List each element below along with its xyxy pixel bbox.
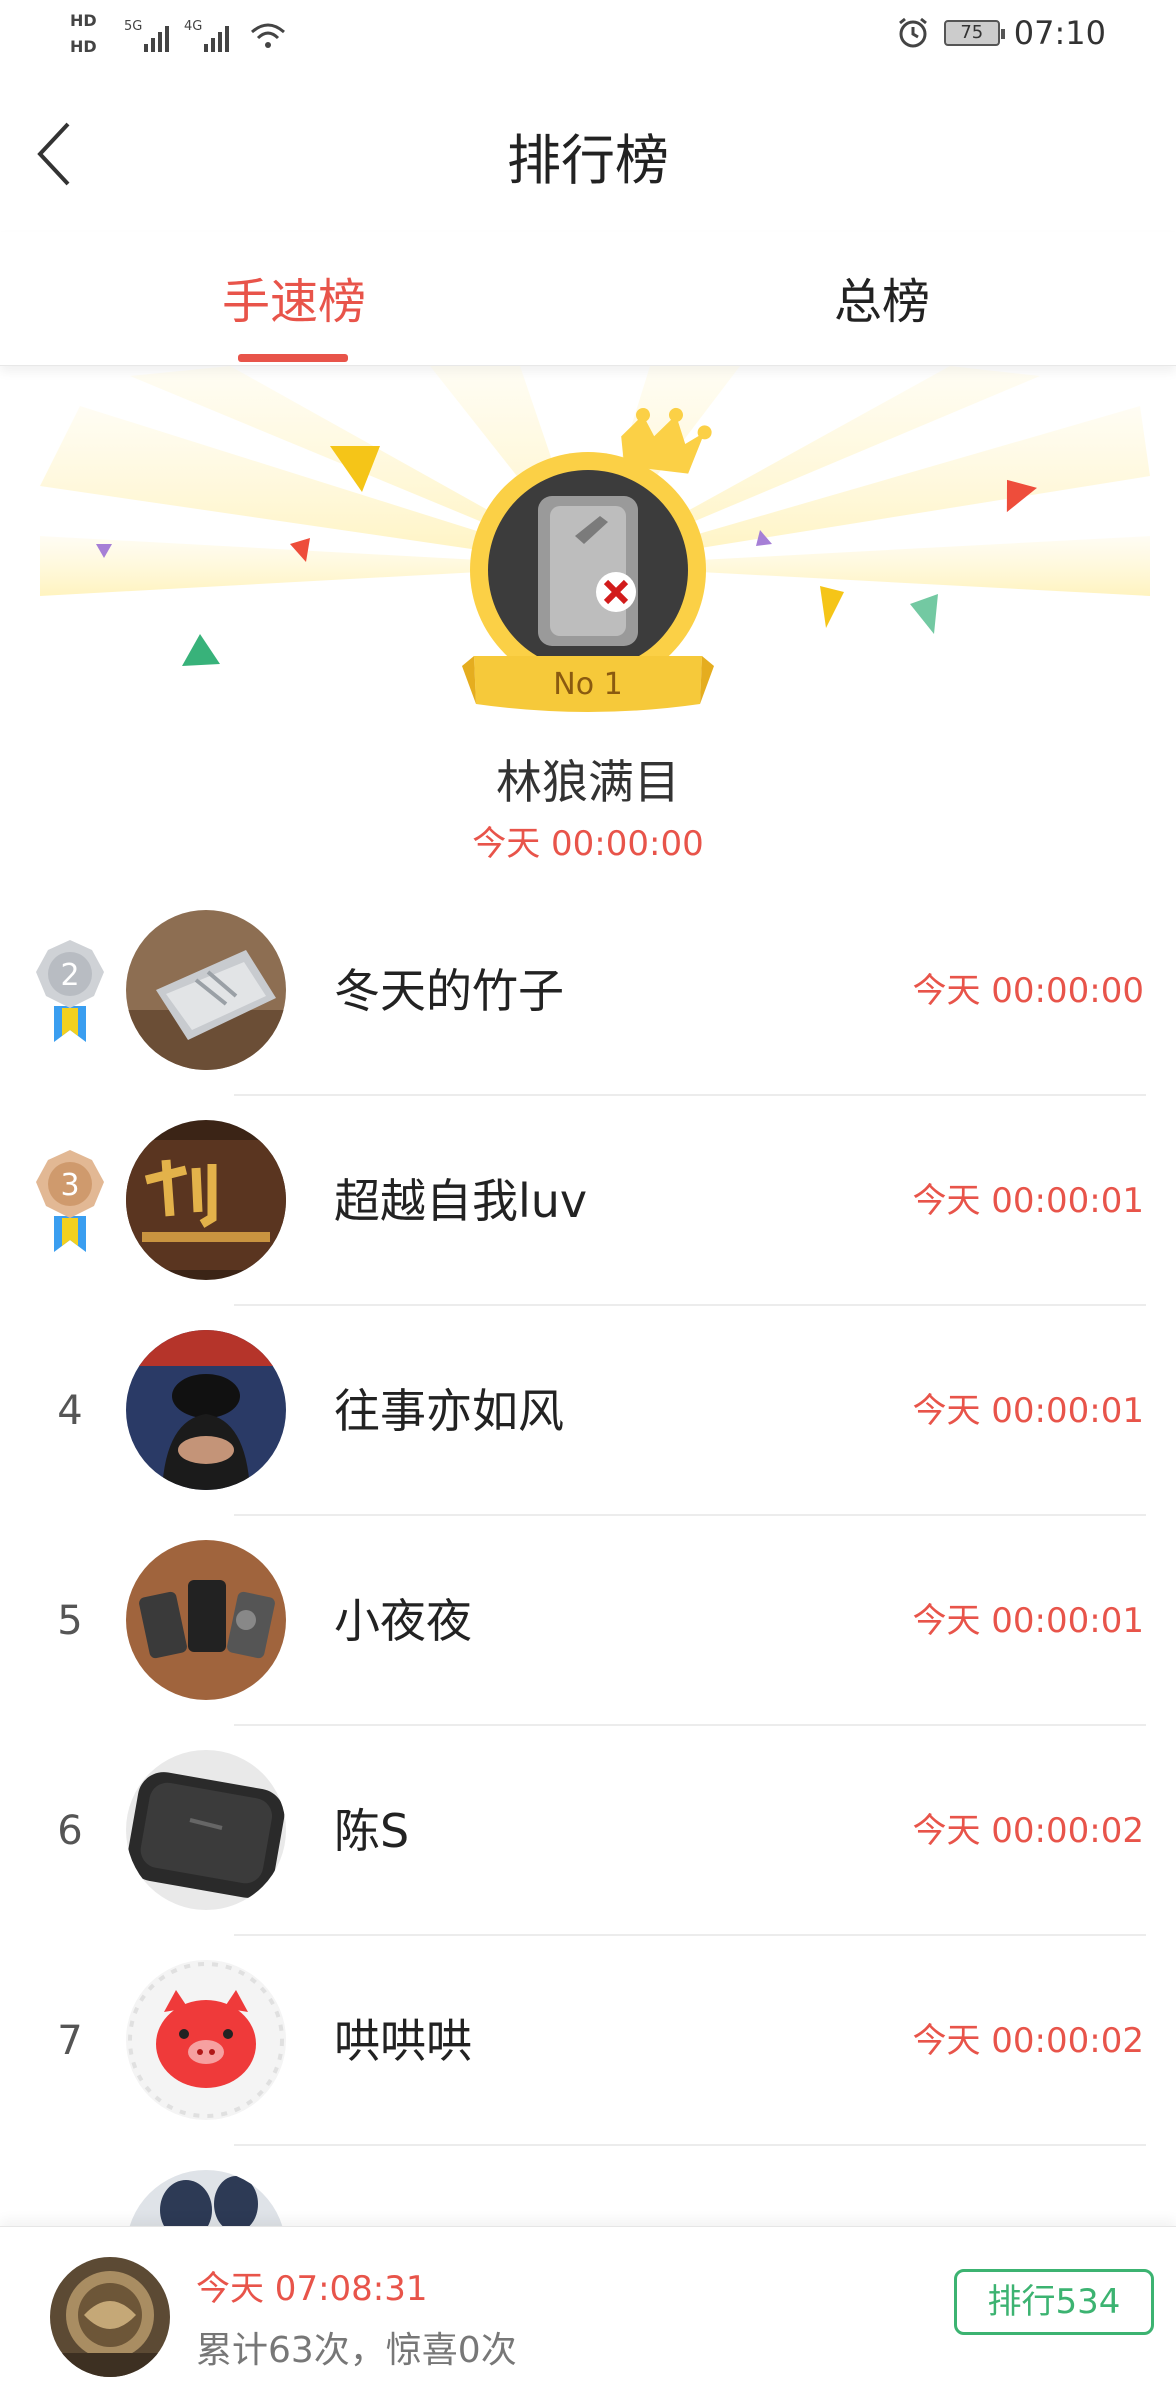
player-time: 今天 00:00:02 [912, 1811, 1144, 1851]
ranking-row[interactable]: 7 哄哄哄 今天 00:00:02 [0, 1936, 1176, 2146]
silver-medal-icon: 2 [36, 940, 104, 1042]
avatar[interactable] [126, 1540, 286, 1700]
tab-speed-ranking[interactable]: 手速榜 [0, 262, 588, 332]
signal-4g-icon: 4G [184, 19, 229, 52]
status-time: 07:10 [1013, 14, 1106, 52]
my-stats: 累计63次，惊喜0次 [196, 2330, 517, 2371]
app-header: 排行榜 [0, 74, 1176, 232]
player-time: 今天 00:00:01 [912, 1601, 1144, 1641]
tab-overall-ranking[interactable]: 总榜 [588, 262, 1176, 332]
avatar[interactable] [126, 1120, 286, 1280]
my-time: 今天 07:08:31 [196, 2269, 428, 2309]
net1-label: 5G [124, 19, 142, 34]
my-rank-button[interactable]: 排行534 [954, 2269, 1154, 2335]
champion-time: 今天 00:00:00 [472, 824, 704, 864]
tab-bar: 手速榜 总榜 [0, 232, 1176, 366]
player-time: 今天 00:00:00 [912, 971, 1144, 1011]
ranking-row[interactable]: 4 往事亦如风 今天 00:00:01 [0, 1306, 1176, 1516]
ranking-row[interactable]: 5 小夜夜 今天 00:00:01 [0, 1516, 1176, 1726]
player-name: 超越自我luv [334, 1174, 588, 1228]
champion-section: No 1 林狼满目 今天 00:00:00 [0, 366, 1176, 886]
avatar[interactable] [126, 1750, 286, 1910]
medal-rank: 2 [60, 958, 79, 993]
ranking-row[interactable]: 6 陈S 今天 00:00:02 [0, 1726, 1176, 1936]
hd1-label: HD [70, 11, 97, 30]
status-right: 75 07:10 [896, 14, 1106, 52]
player-name: 小夜夜 [334, 1594, 472, 1648]
rank-number: 4 [57, 1388, 83, 1434]
champion-name: 林狼满目 [496, 755, 680, 809]
celebration-rays: No 1 [40, 366, 1150, 712]
hd2-label: HD [70, 37, 97, 56]
player-time: 今天 00:00:01 [912, 1181, 1144, 1221]
champion-badge: No 1 [553, 667, 622, 702]
my-avatar[interactable] [50, 2257, 170, 2377]
battery-icon: 75 [943, 20, 1005, 46]
rank-number: 6 [57, 1808, 83, 1854]
hd-indicator: HD HD [70, 8, 114, 64]
player-name: 冬天的竹子 [334, 964, 564, 1018]
ranking-row[interactable]: 2 冬天的竹子 今天 00:00:00 [0, 886, 1176, 1096]
rank-number: 5 [57, 1598, 83, 1644]
alarm-icon [898, 17, 927, 48]
net2-label: 4G [184, 19, 202, 34]
avatar[interactable] [126, 1330, 286, 1490]
player-name: 往事亦如风 [334, 1384, 564, 1438]
tab-indicator [238, 354, 348, 362]
player-time: 今天 00:00:02 [912, 2021, 1144, 2061]
avatar[interactable] [126, 910, 286, 1070]
my-rank-bar: 今天 07:08:31 累计63次，惊喜0次 排行534 [0, 2226, 1176, 2400]
ranking-list: 2 冬天的竹子 今天 00:00:00 3 超越自我luv 今天 00:00:0… [0, 886, 1176, 2356]
page-title: 排行榜 [507, 129, 669, 192]
wifi-icon [251, 23, 285, 48]
ranking-row[interactable]: 3 超越自我luv 今天 00:00:01 [0, 1096, 1176, 1306]
rank-number: 7 [57, 2018, 83, 2064]
player-name: 哄哄哄 [334, 2014, 472, 2068]
player-time: 今天 00:00:01 [912, 1391, 1144, 1431]
player-name: 陈S [334, 1804, 410, 1858]
bronze-medal-icon: 3 [36, 1150, 104, 1252]
medal-rank: 3 [60, 1168, 79, 1203]
signal-5g-icon: 5G [124, 19, 169, 52]
avatar[interactable] [126, 1960, 286, 2120]
status-bar: HD HD 5G 4G 75 07:10 [0, 0, 1176, 74]
